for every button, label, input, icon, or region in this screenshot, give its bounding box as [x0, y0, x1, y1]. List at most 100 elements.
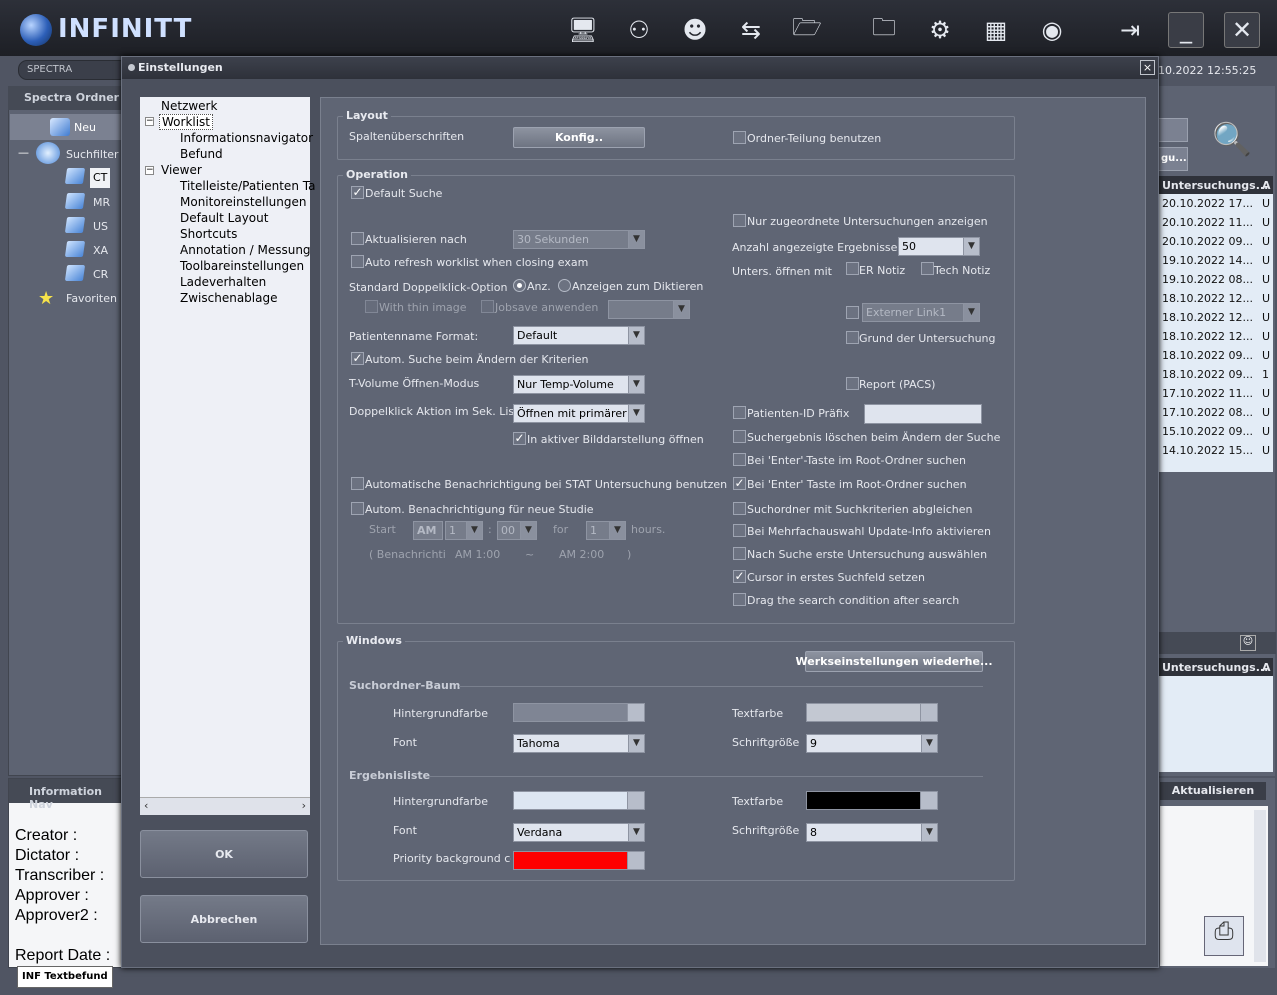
collapse-icon[interactable]: —: [18, 146, 29, 159]
tree-bg-color-picker[interactable]: [513, 703, 645, 722]
right-button-2[interactable]: gu...: [1158, 147, 1188, 171]
jobsave-select[interactable]: ▼: [608, 300, 690, 319]
drag-checkbox[interactable]: [733, 593, 746, 606]
nav-ladeverhalten[interactable]: Ladeverhalten: [180, 275, 266, 291]
table-row[interactable]: 18.10.2022 12... U: [1158, 289, 1273, 308]
folder-item-ct[interactable]: CT: [90, 168, 110, 188]
ordner-teilung-checkbox[interactable]: [733, 131, 746, 144]
tree-size-select[interactable]: 9 ▼: [806, 734, 938, 753]
group-monitor-icon[interactable]: ☻: [677, 12, 713, 48]
default-suche-checkbox[interactable]: ✓: [351, 186, 364, 199]
tvolume-select[interactable]: Nur Temp-Volume ▼: [513, 375, 645, 394]
priority-color-picker[interactable]: [513, 851, 645, 870]
sucherg-loeschen-checkbox[interactable]: [733, 430, 746, 443]
mehrfachauswahl-checkbox[interactable]: [733, 524, 746, 537]
folder-item-favoriten[interactable]: Favoriten: [66, 292, 117, 305]
suchordner-abgleichen-checkbox[interactable]: [733, 502, 746, 515]
collapse-worklist-icon[interactable]: −: [145, 117, 154, 126]
table-row[interactable]: 20.10.2022 11... U: [1158, 213, 1273, 232]
collapse-viewer-icon[interactable]: −: [145, 166, 154, 175]
stat-checkbox[interactable]: [351, 477, 364, 490]
folder-item-suchfilter[interactable]: Suchfilter: [66, 148, 119, 161]
folder-item-us[interactable]: US: [93, 220, 108, 233]
related-list-header[interactable]: Untersuchungs... A: [1158, 658, 1273, 676]
scroll-left-icon[interactable]: ‹: [144, 799, 148, 812]
folder-item-mr[interactable]: MR: [93, 196, 110, 209]
aktualisieren-button[interactable]: Aktualisieren: [1160, 782, 1266, 800]
list-bg-color-picker[interactable]: [513, 791, 645, 810]
am-select[interactable]: AM: [413, 521, 443, 540]
worklist-header[interactable]: Untersuchungs... A: [1158, 176, 1273, 194]
neue-studie-checkbox[interactable]: [351, 502, 364, 515]
nav-worklist[interactable]: Worklist: [159, 114, 214, 130]
layout-icon[interactable]: ▦: [978, 12, 1014, 48]
nav-zwischenablage[interactable]: Zwischenablage: [180, 291, 277, 307]
table-row[interactable]: 17.10.2022 11... U: [1158, 384, 1273, 403]
folder-item-neu[interactable]: Neu: [10, 114, 122, 140]
table-row[interactable]: 20.10.2022 17... U: [1158, 194, 1273, 213]
doppelklick-aktion-select[interactable]: Öffnen mit primärer ... ▼: [513, 404, 645, 423]
er-notiz-checkbox[interactable]: [846, 262, 859, 275]
table-row[interactable]: 20.10.2022 09... U: [1158, 232, 1273, 251]
enter-root1-checkbox[interactable]: [733, 453, 746, 466]
table-row[interactable]: 18.10.2022 12... U: [1158, 327, 1273, 346]
anzeigen-diktieren-radio[interactable]: [558, 279, 571, 292]
autom-suche-checkbox[interactable]: ✓: [351, 352, 364, 365]
nav-annotation[interactable]: Annotation / Messung: [180, 243, 311, 259]
list-text-color-picker[interactable]: [806, 791, 938, 810]
table-row[interactable]: 19.10.2022 14... U: [1158, 251, 1273, 270]
thin-image-checkbox[interactable]: [365, 300, 378, 313]
auto-refresh-checkbox[interactable]: [351, 255, 364, 268]
cursor-checkbox[interactable]: ✓: [733, 570, 746, 583]
erste-untersuchung-checkbox[interactable]: [733, 547, 746, 560]
cancel-button[interactable]: Abbrechen: [140, 895, 308, 943]
open-folder-icon[interactable]: 🗁: [789, 12, 825, 48]
grund-checkbox[interactable]: [846, 331, 859, 344]
ok-button[interactable]: OK: [140, 830, 308, 878]
minimize-icon[interactable]: _: [1168, 12, 1204, 48]
tab-inf-textbefund[interactable]: INF Textbefund: [17, 966, 113, 988]
user-monitor-icon[interactable]: ⚇: [621, 12, 657, 48]
table-row[interactable]: 18.10.2022 12... U: [1158, 308, 1273, 327]
anzahl-select[interactable]: 50 ▼: [898, 237, 980, 256]
anz-radio[interactable]: [513, 279, 526, 292]
jobsave-checkbox[interactable]: [481, 300, 494, 313]
patienten-id-checkbox[interactable]: [733, 406, 746, 419]
list-font-select[interactable]: Verdana ▼: [513, 823, 645, 842]
globe-icon[interactable]: ◉: [1034, 12, 1070, 48]
nur-zugeordnete-checkbox[interactable]: [733, 214, 746, 227]
list-size-select[interactable]: 8 ▼: [806, 823, 938, 842]
transfer-icon[interactable]: ⇆: [733, 12, 769, 48]
in-aktiver-checkbox[interactable]: ✓: [513, 432, 526, 445]
folder-item-xa[interactable]: XA: [93, 244, 108, 257]
patienten-id-input[interactable]: [864, 404, 982, 424]
user-icon[interactable]: ☺: [1240, 635, 1256, 651]
nav-netzwerk[interactable]: Netzwerk: [161, 99, 217, 115]
exit-icon[interactable]: ⇥: [1112, 12, 1148, 48]
minute-select[interactable]: 00 ▼: [497, 521, 537, 540]
konfig-button[interactable]: Konfig..: [513, 127, 645, 148]
nav-shortcuts[interactable]: Shortcuts: [180, 227, 237, 243]
patientenname-format-select[interactable]: Default ▼: [513, 326, 645, 345]
nav-viewer[interactable]: Viewer: [161, 163, 202, 179]
nav-default-layout[interactable]: Default Layout: [180, 211, 268, 227]
tree-font-select[interactable]: Tahoma ▼: [513, 734, 645, 753]
nav-horizontal-scrollbar[interactable]: ‹ ›: [140, 797, 310, 815]
printer-icon[interactable]: ⎙: [1204, 916, 1244, 956]
scrollbar[interactable]: [1254, 810, 1266, 962]
externer-link-checkbox[interactable]: [846, 306, 859, 319]
aktualisieren-select[interactable]: 30 Sekunden ▼: [513, 230, 645, 249]
table-row[interactable]: 18.10.2022 09... 1: [1158, 365, 1273, 384]
scroll-right-icon[interactable]: ›: [302, 799, 306, 812]
werkseinstellungen-button[interactable]: Werkseinstellungen wiederhe...: [796, 651, 993, 672]
close-icon[interactable]: ✕: [1224, 12, 1260, 48]
enter-root2-checkbox[interactable]: ✓: [733, 477, 746, 490]
monitor-icon[interactable]: 🖥: [565, 12, 601, 48]
folder-icon[interactable]: 🗀: [866, 12, 902, 48]
nav-toolbareinstellungen[interactable]: Toolbareinstellungen: [180, 259, 304, 275]
table-row[interactable]: 14.10.2022 15... U: [1158, 441, 1273, 460]
externer-link-select[interactable]: Externer Link1 ▼: [862, 303, 980, 322]
table-row[interactable]: 18.10.2022 09... U: [1158, 346, 1273, 365]
right-button-1[interactable]: [1158, 118, 1188, 142]
tree-text-color-picker[interactable]: [806, 703, 938, 722]
